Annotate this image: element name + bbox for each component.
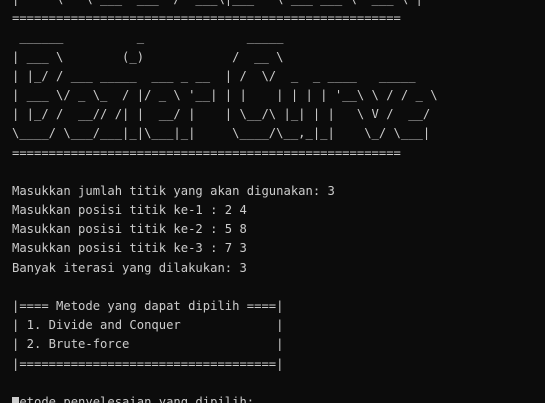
prompt-point-3: Masukkan posisi titik ke-3 : 7 3 — [12, 241, 247, 256]
menu-box-footer: |===================================| — [12, 356, 284, 371]
ascii-banner-line-3: | |_/ / ___ _____ ___ _ __ | / \/ _ _ __… — [12, 68, 416, 83]
ascii-banner-line-2: | ___ \ (_) / __ \ — [12, 49, 284, 64]
separator-bottom: ========================================… — [12, 145, 401, 160]
prompt-point-1: Masukkan posisi titik ke-1 : 2 4 — [12, 203, 247, 218]
blank-line — [12, 374, 438, 393]
prompt-iterations: Banyak iterasi yang dilakukan: 3 — [12, 260, 247, 275]
ascii-banner-line-6: \____/ \___/___|_|\___|_| \____/\__,_|_|… — [12, 126, 431, 141]
blank-line — [12, 163, 438, 182]
ascii-banner-line-1: ______ _ _____ — [12, 30, 284, 45]
prompt-point-count: Masukkan jumlah titik yang akan digunaka… — [12, 183, 335, 198]
ascii-banner-line-4: | ___ \/ _ \_ / |/ _ \ '__| | | | | | | … — [12, 87, 438, 102]
blank-line — [12, 278, 438, 297]
terminal-line-top-cut: | \ \ ___ ___ / ___\|___ \ ___ ___ \ ___… — [12, 0, 438, 9]
menu-option-divide-and-conquer: | 1. Divide and Conquer | — [12, 318, 284, 333]
terminal-output: | \ \ ___ ___ / ___\|___ \ ___ ___ \ ___… — [12, 0, 438, 403]
separator-top: ========================================… — [12, 11, 401, 26]
prompt-method-selection[interactable]: Metode penyelesaian yang dipilih: — [12, 393, 438, 403]
menu-option-brute-force: | 2. Brute-force | — [12, 337, 284, 352]
text-cursor — [12, 397, 19, 403]
ascii-banner-line-5: | |_/ / __// /| | __/ | | \__/\ |_| | | … — [12, 107, 431, 122]
terminal-window[interactable]: | \ \ ___ ___ / ___\|___ \ ___ ___ \ ___… — [0, 0, 545, 403]
prompt-point-2: Masukkan posisi titik ke-2 : 5 8 — [12, 222, 247, 237]
menu-box-header: |==== Metode yang dapat dipilih ====| — [12, 299, 284, 313]
